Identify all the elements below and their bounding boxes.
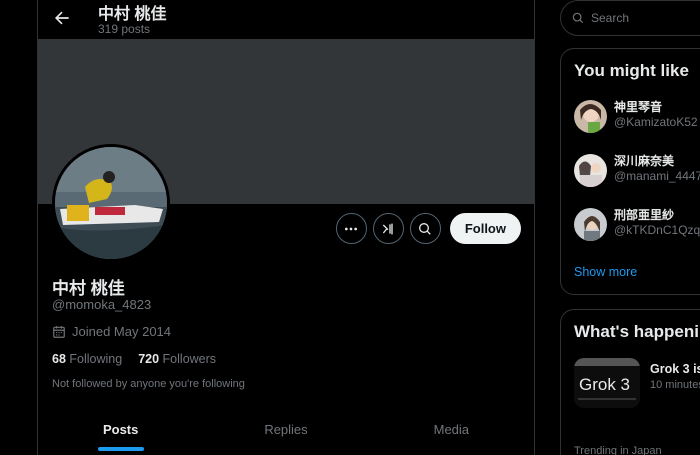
suggestions-title: You might like xyxy=(574,61,689,80)
search-icon xyxy=(419,222,432,235)
calendar-icon xyxy=(53,325,65,338)
tab-media-label: Media xyxy=(433,422,470,437)
trends-card: What's happening Grok 3 Grok 3 is 10 min… xyxy=(560,309,700,455)
search-box[interactable] xyxy=(560,0,700,36)
profile-actions: Follow xyxy=(335,213,521,244)
suggestion-handle: @kTKDnC1Qzq xyxy=(614,223,700,237)
back-arrow-icon[interactable] xyxy=(52,8,72,28)
suggestions-card: You might like 神里琴音 @KamizatoK52 深川麻奈美 @… xyxy=(560,48,700,295)
followers-link[interactable]: 720 Followers xyxy=(138,352,216,366)
more-icon xyxy=(345,227,358,230)
following-label: Following xyxy=(69,352,123,366)
search-icon xyxy=(572,12,584,24)
trends-title: What's happening xyxy=(574,322,700,341)
suggestion-name: 深川麻奈美 xyxy=(614,154,675,168)
follow-button[interactable]: Follow xyxy=(449,213,521,244)
profile-name: 中村 桃佳 xyxy=(52,279,125,298)
active-tab-indicator xyxy=(97,447,144,451)
suggestion-handle: @KamizatoK52 xyxy=(614,115,698,129)
joined-date: Joined May 2014 xyxy=(52,324,171,339)
followers-label: Followers xyxy=(162,352,217,366)
header-post-count: 319 posts xyxy=(98,22,151,36)
following-count: 68 xyxy=(52,352,66,366)
avatar xyxy=(574,100,607,133)
avatar xyxy=(574,208,607,241)
search-posts-button[interactable] xyxy=(409,213,441,244)
suggestion-name: 刑部亜里紗 xyxy=(614,208,675,222)
suggestion-name: 神里琴音 xyxy=(614,100,663,114)
trend-location: Trending in Japan xyxy=(574,445,662,455)
profile-handle: @momoka_4823 xyxy=(52,297,152,312)
more-options-button[interactable] xyxy=(335,213,367,244)
tab-replies-label: Replies xyxy=(264,422,308,437)
profile-avatar[interactable] xyxy=(52,144,170,262)
tab-replies[interactable]: Replies xyxy=(203,405,368,455)
show-more-link[interactable]: Show more xyxy=(574,265,637,279)
search-input[interactable] xyxy=(591,11,691,25)
tab-posts[interactable]: Posts xyxy=(38,405,203,455)
trend-item-title[interactable]: Grok 3 is xyxy=(650,362,700,376)
suggestion-handle: @manami_4447 xyxy=(614,169,700,183)
follow-stats: 68 Following 720 Followers xyxy=(52,352,216,366)
trend-image[interactable]: Grok 3 xyxy=(574,358,640,408)
followers-count: 720 xyxy=(138,352,160,366)
following-link[interactable]: 68 Following xyxy=(52,352,122,366)
profile-header: 中村 桃佳 319 posts xyxy=(38,0,534,39)
profile-column: 中村 桃佳 319 posts Follow 中村 桃佳 @momoka_482… xyxy=(37,0,535,455)
trend-item-time: 10 minutes xyxy=(650,379,700,391)
grok-button[interactable] xyxy=(372,213,404,244)
trend-image-text: Grok 3 xyxy=(579,375,630,394)
tab-posts-label: Posts xyxy=(102,422,139,437)
header-name: 中村 桃佳 xyxy=(98,6,167,23)
suggestion-item[interactable]: 深川麻奈美 @manami_4447 xyxy=(574,154,700,188)
avatar xyxy=(574,154,607,187)
suggestion-item[interactable]: 刑部亜里紗 @kTKDnC1Qzq xyxy=(574,208,700,242)
tab-media[interactable]: Media xyxy=(369,405,534,455)
not-followed-note: Not followed by anyone you're following xyxy=(52,378,245,390)
grok-icon xyxy=(383,223,393,234)
joined-text: Joined May 2014 xyxy=(72,324,172,339)
profile-tabs: Posts Replies Media xyxy=(38,405,534,455)
suggestion-item[interactable]: 神里琴音 @KamizatoK52 xyxy=(574,100,700,134)
